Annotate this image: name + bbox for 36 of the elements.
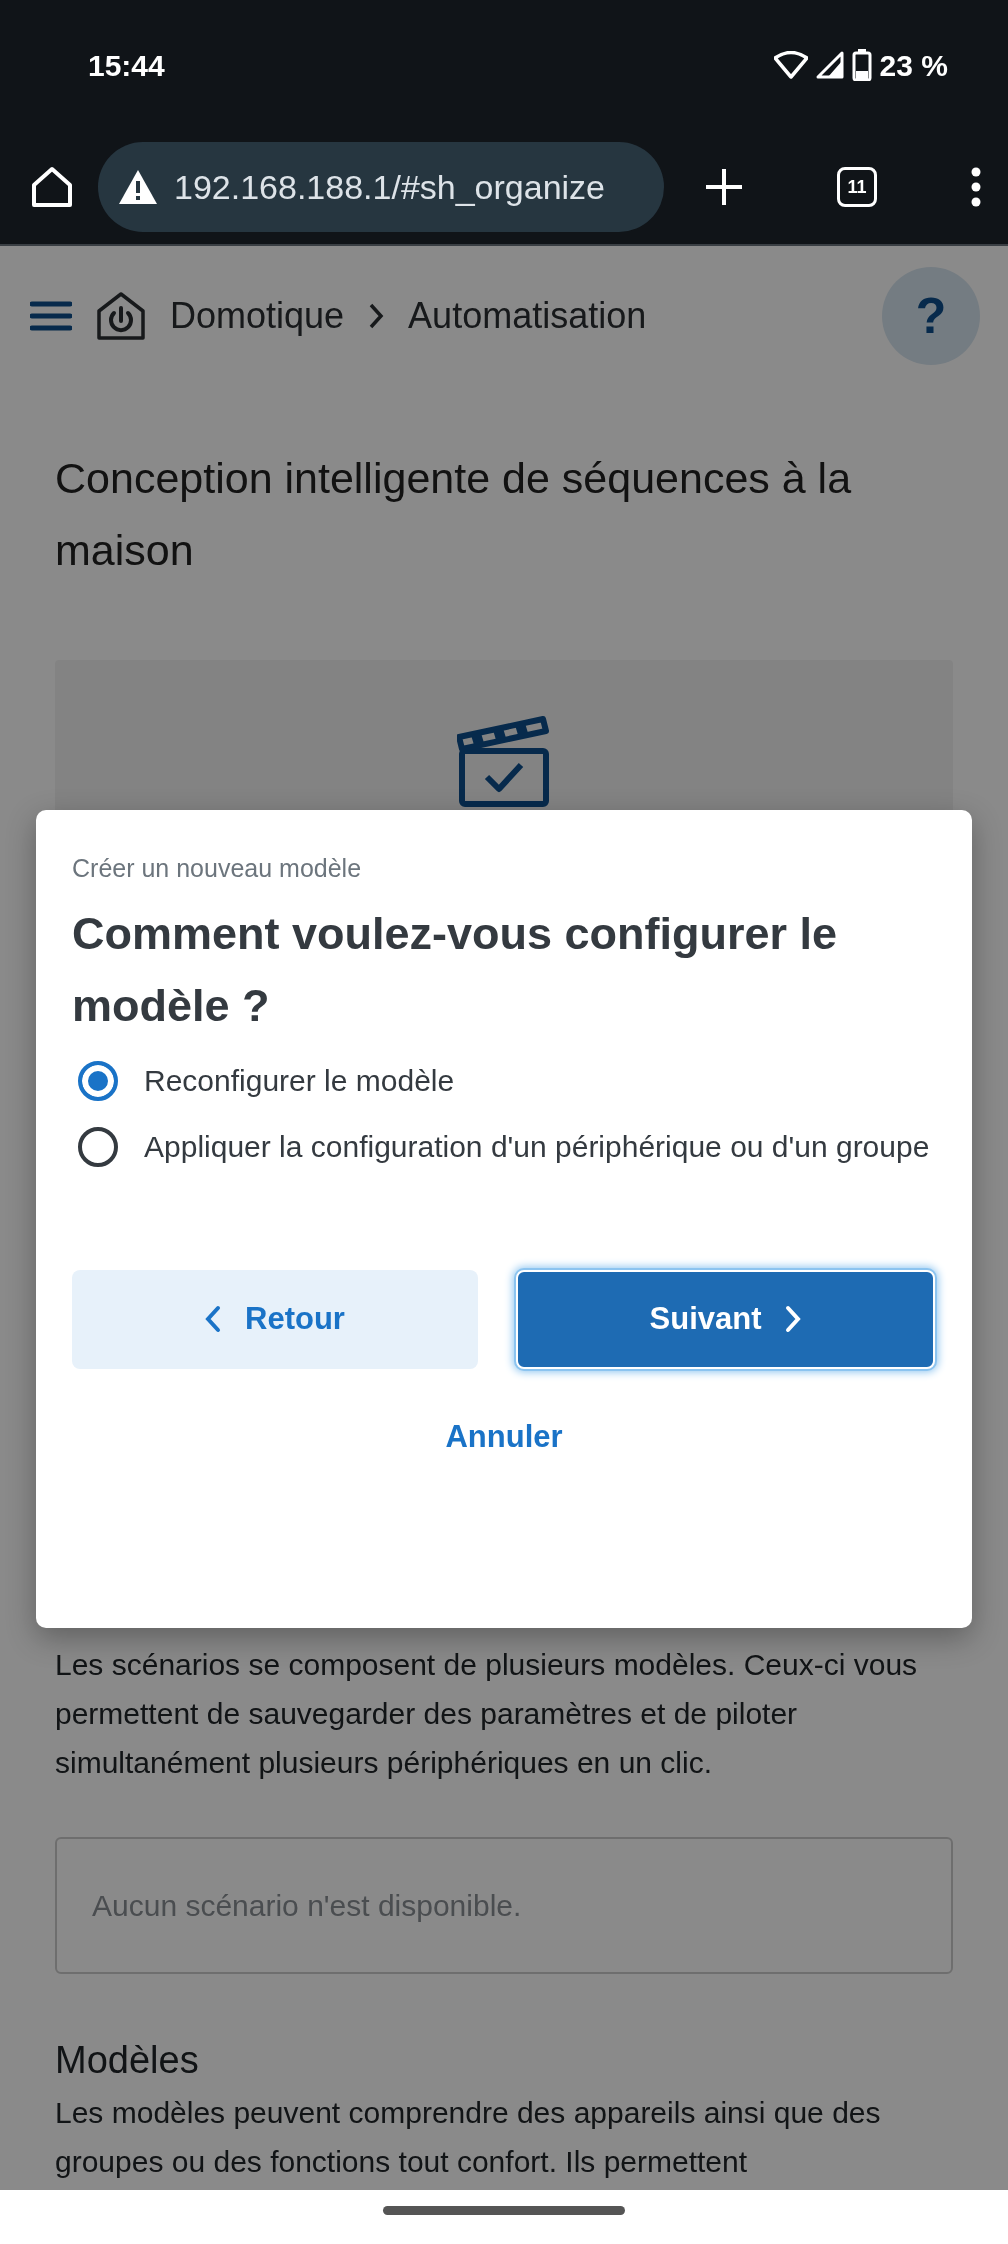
battery-icon xyxy=(851,49,872,81)
home-icon[interactable] xyxy=(30,165,74,209)
radio-button[interactable] xyxy=(78,1060,118,1101)
clapperboard-icon xyxy=(457,715,551,809)
plus-icon[interactable] xyxy=(704,167,744,207)
chevron-left-icon xyxy=(205,1305,222,1333)
battery-level: 23 % xyxy=(879,47,948,84)
next-button[interactable]: Suivant xyxy=(516,1269,935,1369)
back-button[interactable]: Retour xyxy=(72,1269,478,1369)
breadcrumb-link[interactable]: Automatisation xyxy=(408,289,647,343)
radio-button[interactable] xyxy=(78,1126,118,1167)
cancel-link[interactable]: Annuler xyxy=(439,1412,569,1461)
signal-icon xyxy=(815,51,844,79)
help-button[interactable]: ? xyxy=(882,267,980,365)
breadcrumb-link[interactable]: Domotique xyxy=(170,289,345,343)
option-label[interactable]: Reconfigurer le modèle xyxy=(144,1057,455,1104)
gesture-handle[interactable] xyxy=(383,2206,625,2215)
wifi-icon xyxy=(773,51,808,79)
empty-message: Aucun scénario n'est disponible. xyxy=(92,1888,522,1924)
warning-icon xyxy=(118,169,158,205)
tab-count[interactable]: 11 xyxy=(837,167,877,207)
more-icon[interactable] xyxy=(970,167,982,207)
address-bar[interactable]: 192.168.188.1/#sh_organize xyxy=(98,142,664,232)
chevron-right-icon xyxy=(785,1305,802,1333)
section-heading: Modèles xyxy=(55,2038,200,2083)
home-power-icon xyxy=(96,291,146,341)
description-text: Les modèles peuvent comprendre des appareils ainsi que des groupes ou des fonctions tout confort. Ils permettent xyxy=(55,2094,882,2180)
status-time: 15:44 xyxy=(88,47,165,84)
chevron-right-icon xyxy=(368,302,385,330)
url-text: 192.168.188.1/#sh_organize xyxy=(174,166,606,208)
menu-icon[interactable] xyxy=(30,300,72,332)
description-text: Les scénarios se composent de plusieurs modèles. Ceux-ci vous permettent de sauvegarder des paramètres et de piloter simultanément plusieurs périphériques en un clic. xyxy=(55,1647,919,1781)
dialog-title: Comment voulez-vous configurer le modèle ? xyxy=(72,906,839,1033)
dialog-subtitle: Créer un nouveau modèle xyxy=(72,853,363,884)
option-label[interactable]: Appliquer la configuration d'un périphérique ou d'un groupe xyxy=(144,1123,930,1170)
page-title: Conception intelligente de séquences à la maison xyxy=(55,453,853,576)
